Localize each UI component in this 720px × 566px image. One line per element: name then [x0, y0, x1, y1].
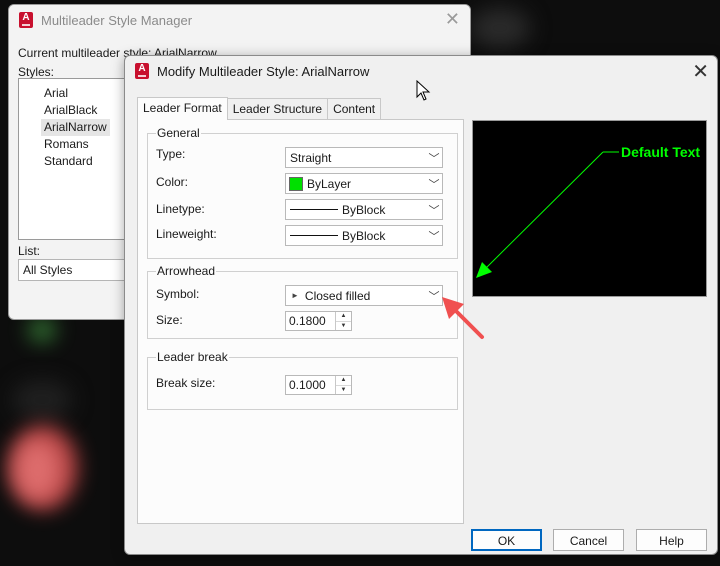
color-value: ByLayer: [307, 176, 352, 191]
break-size-spinner[interactable]: 0.1000 ▲ ▼: [285, 375, 352, 395]
preview-drawing: Default Text: [476, 144, 700, 278]
arrow-size-spinner[interactable]: 0.1800 ▲ ▼: [285, 311, 352, 331]
mouse-cursor-icon: [416, 80, 431, 101]
color-swatch: [289, 176, 303, 191]
chevron-down-icon: ﹀: [428, 230, 440, 243]
spin-up-icon[interactable]: ▲: [336, 312, 351, 322]
symbol-dropdown[interactable]: ► Closed filled ﹀: [285, 285, 443, 306]
linetype-value: ByBlock: [342, 202, 386, 217]
leader-break-group: Leader break Break size: 0.1000 ▲ ▼: [147, 350, 458, 410]
cancel-button[interactable]: Cancel: [553, 529, 624, 551]
styles-label: Styles:: [18, 65, 55, 79]
dialog-title: Modify Multileader Style: ArialNarrow: [157, 63, 370, 79]
ok-button[interactable]: OK: [471, 529, 542, 551]
list-filter-select[interactable]: All Styles: [18, 259, 136, 281]
arrowhead-group: Arrowhead Symbol: ► Closed filled ﹀ Size…: [147, 264, 458, 339]
spin-down-icon[interactable]: ▼: [336, 322, 351, 331]
type-label: Type:: [156, 147, 186, 161]
chevron-down-icon: ﹀: [428, 204, 440, 217]
style-item-arialnarrow[interactable]: ArialNarrow: [41, 119, 110, 136]
spinner-buttons: ▲ ▼: [335, 312, 351, 330]
style-item-arialblack[interactable]: ArialBlack: [41, 102, 100, 119]
autocad-app-icon: A: [135, 63, 149, 79]
annotation-arrow-icon: [442, 297, 484, 339]
tab-content[interactable]: Content: [327, 98, 382, 119]
lineweight-label: Lineweight:: [156, 227, 217, 241]
tab-bar: Leader Format Leader Structure Content: [137, 97, 382, 120]
group-title: General: [156, 126, 201, 140]
preview-text: Default Text: [621, 144, 700, 160]
modify-style-dialog: A Modify Multileader Style: ArialNarrow …: [124, 55, 718, 555]
break-size-value[interactable]: 0.1000: [286, 376, 335, 394]
group-title: Leader break: [156, 350, 229, 364]
color-label: Color:: [156, 175, 189, 189]
symbol-value: Closed filled: [304, 288, 371, 303]
line-sample: [290, 235, 338, 236]
group-title: Arrowhead: [156, 264, 217, 278]
type-value: Straight: [290, 150, 332, 165]
leader-preview: Default Text: [472, 120, 707, 297]
close-icon[interactable]: ✕: [445, 9, 460, 30]
color-dropdown[interactable]: ByLayer ﹀: [285, 173, 443, 194]
lineweight-dropdown[interactable]: ByBlock ﹀: [285, 225, 443, 246]
line-sample: [290, 209, 338, 210]
style-item-romans[interactable]: Romans: [41, 136, 92, 153]
tab-leader-structure[interactable]: Leader Structure: [226, 98, 329, 119]
spinner-buttons: ▲ ▼: [335, 376, 351, 394]
background-blur: [470, 8, 530, 48]
break-size-label: Break size:: [156, 376, 216, 390]
close-icon[interactable]: ✕: [692, 59, 709, 84]
spin-down-icon[interactable]: ▼: [336, 386, 351, 395]
background-blur: [12, 380, 72, 420]
chevron-down-icon: ﹀: [428, 178, 440, 191]
style-item-arial[interactable]: Arial: [41, 85, 71, 102]
style-manager-titlebar: A Multileader Style Manager: [9, 5, 470, 35]
symbol-label: Symbol:: [156, 287, 200, 301]
autocad-app-icon: A: [19, 12, 33, 28]
lineweight-value: ByBlock: [342, 228, 386, 243]
style-manager-title: Multileader Style Manager: [41, 12, 193, 28]
arrow-size-value[interactable]: 0.1800: [286, 312, 335, 330]
type-dropdown[interactable]: Straight ﹀: [285, 147, 443, 168]
closed-filled-arrow-icon: ►: [291, 291, 299, 300]
tab-leader-format[interactable]: Leader Format: [137, 97, 228, 120]
leader-line: [482, 151, 604, 272]
help-button[interactable]: Help: [636, 529, 707, 551]
style-item-standard[interactable]: Standard: [41, 153, 96, 170]
chevron-down-icon: ﹀: [428, 152, 440, 165]
list-label: List:: [18, 244, 41, 258]
styles-list[interactable]: Arial ArialBlack ArialNarrow Romans Stan…: [18, 78, 140, 240]
general-group: General Type: Straight ﹀ Color: ByLayer …: [147, 126, 458, 259]
size-label: Size:: [156, 313, 183, 327]
background-blur: [15, 440, 60, 500]
spin-up-icon[interactable]: ▲: [336, 376, 351, 386]
background-blur: [28, 318, 56, 342]
leader-format-panel: General Type: Straight ﹀ Color: ByLayer …: [137, 119, 464, 524]
linetype-dropdown[interactable]: ByBlock ﹀: [285, 199, 443, 220]
linetype-label: Linetype:: [156, 202, 205, 216]
